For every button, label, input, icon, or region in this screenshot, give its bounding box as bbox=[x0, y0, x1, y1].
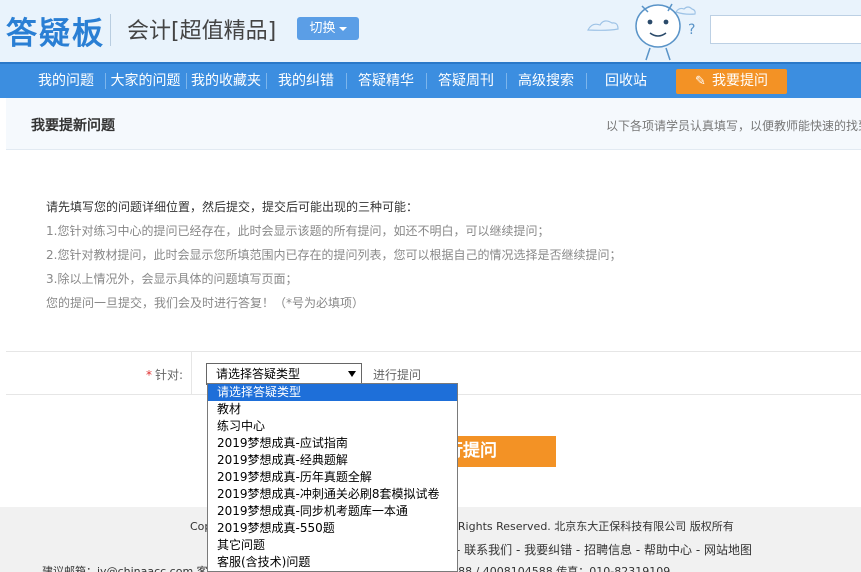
instructions: 请先填写您的问题详细位置，然后提交，提交后可能出现的三种可能： 1.您针对练习中… bbox=[46, 195, 621, 315]
question-type-select-value: 请选择答疑类型 bbox=[216, 367, 301, 381]
ask-question-button[interactable]: ✎ 我要提问 bbox=[676, 69, 787, 94]
search-input[interactable] bbox=[710, 15, 861, 44]
nav-item-recycle-bin[interactable]: 回收站 bbox=[587, 64, 665, 98]
target-label-text: 针对: bbox=[154, 368, 183, 382]
instruction-line: 您的提问一旦提交，我们会及时进行答复！（*号为必填项） bbox=[46, 296, 365, 310]
nav-item-qa-highlights[interactable]: 答疑精华 bbox=[347, 64, 425, 98]
page-title: 我要提新问题 bbox=[31, 118, 115, 134]
footer-links[interactable]: - 联系我们 - 我要纠错 - 招聘信息 - 帮助中心 - 网站地图 bbox=[456, 541, 752, 558]
site-header: 答疑板 会计[超值精品] 切换 ? bbox=[0, 0, 861, 62]
nav-item-my-corrections[interactable]: 我的纠错 bbox=[267, 64, 345, 98]
mascot-cloud-illustration: ? bbox=[587, 3, 696, 61]
nav-item-my-questions[interactable]: 我的问题 bbox=[28, 64, 104, 98]
subject-title: 会计[超值精品] bbox=[127, 19, 277, 44]
option-item[interactable]: 教材 bbox=[208, 401, 457, 418]
nav-item-favorites[interactable]: 我的收藏夹 bbox=[187, 64, 265, 98]
form-label-cell: * 针对: bbox=[6, 352, 192, 394]
option-item[interactable]: 2019梦想成真-应试指南 bbox=[208, 435, 457, 452]
option-item[interactable]: 2019梦想成真-经典题解 bbox=[208, 452, 457, 469]
page-hint: 以下各项请学员认真填写，以便教师能快速的找到 bbox=[606, 119, 861, 133]
pencil-icon: ✎ bbox=[695, 74, 706, 89]
nav-item-qa-weekly[interactable]: 答疑周刊 bbox=[427, 64, 505, 98]
main-nav: 我的问题 大家的问题 我的收藏夹 我的纠错 答疑精华 答疑周刊 高级搜索 回收站… bbox=[0, 62, 861, 98]
chevron-down-icon bbox=[338, 26, 347, 31]
option-item[interactable]: 练习中心 bbox=[208, 418, 457, 435]
target-label: * 针对: bbox=[146, 366, 183, 383]
option-item[interactable]: 客服(含技术)问题 bbox=[208, 554, 457, 571]
option-item[interactable]: 2019梦想成真-同步机考题库一本通 bbox=[208, 503, 457, 520]
question-type-options: 请选择答疑类型 教材 练习中心 2019梦想成真-应试指南 2019梦想成真-经… bbox=[207, 383, 458, 572]
option-item[interactable]: 2019梦想成真-历年真题全解 bbox=[208, 469, 457, 486]
option-item[interactable]: 2019梦想成真-550题 bbox=[208, 520, 457, 537]
instruction-line: 2.您针对教材提问，此时会显示您所填范围内已存在的提问列表，您可以根据自己的情况… bbox=[46, 248, 622, 262]
switch-subject-button[interactable]: 切换 bbox=[297, 17, 359, 40]
option-item[interactable]: 2019梦想成真-冲刺通关必刷8套模拟试卷 bbox=[208, 486, 457, 503]
dropdown-arrow-icon bbox=[348, 371, 356, 377]
option-item[interactable]: 其它问题 bbox=[208, 537, 457, 554]
option-item[interactable]: 请选择答疑类型 bbox=[208, 384, 457, 401]
switch-label: 切换 bbox=[309, 21, 336, 36]
nav-item-advanced-search[interactable]: 高级搜索 bbox=[507, 64, 585, 98]
site-logo[interactable]: 答疑板 bbox=[6, 8, 105, 53]
question-type-select[interactable]: 请选择答疑类型 bbox=[206, 363, 362, 385]
ask-question-label: 我要提问 bbox=[711, 73, 768, 89]
header-divider bbox=[110, 14, 111, 46]
nav-item-all-questions[interactable]: 大家的问题 bbox=[106, 64, 185, 98]
page-titlebar: 我要提新问题 以下各项请学员认真填写，以便教师能快速的找到 bbox=[6, 98, 861, 150]
instruction-line: 3.除以上情况外，会显示具体的问题填写页面； bbox=[46, 272, 298, 286]
svg-text:?: ? bbox=[688, 22, 695, 38]
select-suffix: 进行提问 bbox=[373, 368, 422, 382]
instruction-line: 1.您针对练习中心的提问已经存在，此时会显示该题的所有提问，如还不明白，可以继续… bbox=[46, 224, 550, 238]
instruction-line: 请先填写您的问题详细位置，然后提交，提交后可能出现的三种可能： bbox=[46, 200, 419, 214]
required-mark: * bbox=[145, 368, 152, 382]
